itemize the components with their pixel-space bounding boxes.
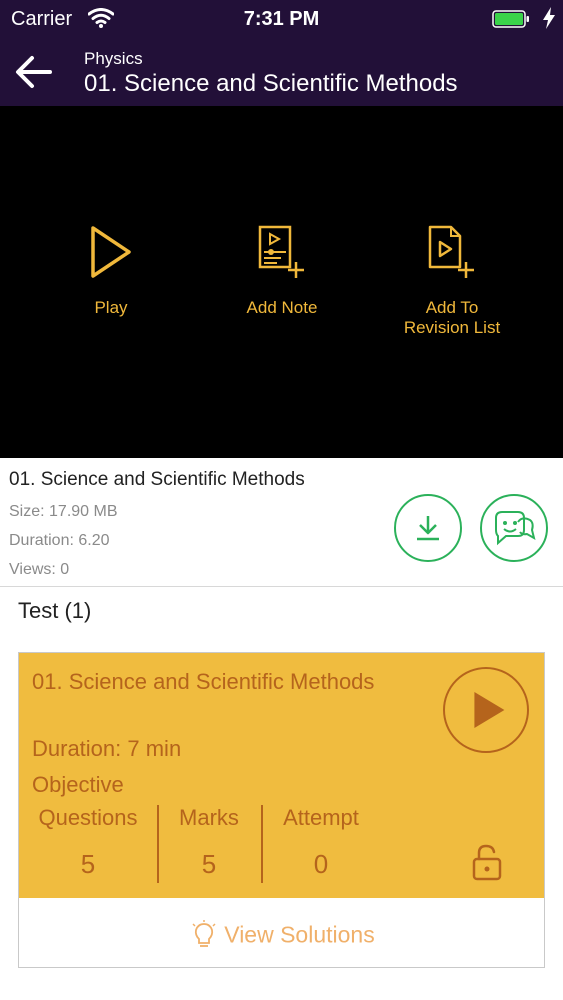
status-bar: Carrier 7:31 PM [0, 0, 563, 40]
back-arrow-icon[interactable] [14, 52, 54, 92]
play-action[interactable]: Play [36, 224, 186, 318]
stat-questions-value: 5 [80, 849, 96, 879]
add-to-revision-label: Add To Revision List [377, 298, 527, 338]
nav-title: 01. Science and Scientific Methods [84, 70, 458, 97]
doubt-button[interactable] [480, 494, 548, 562]
add-to-revision-label-line1: Add To [425, 298, 479, 317]
view-solutions-label: View Solutions [224, 921, 375, 948]
add-to-revision-label-line2: Revision List [403, 318, 501, 337]
stat-attempt-value: 0 [313, 849, 329, 879]
add-note-action[interactable]: Add Note [207, 224, 357, 318]
play-icon [474, 692, 505, 728]
download-button[interactable] [394, 494, 462, 562]
add-to-revision-action[interactable]: Add To Revision List [377, 224, 527, 338]
battery-icon [492, 10, 529, 28]
test-type: Objective [32, 772, 124, 797]
stat-questions: Questions 5 [32, 805, 144, 880]
test-heading: Test (1) [18, 598, 92, 623]
stat-marks-value: 5 [201, 849, 217, 879]
add-note-icon [258, 225, 304, 278]
stat-divider [157, 805, 159, 883]
app-header: Carrier 7:31 PM Physics 01. Science and … [0, 0, 563, 106]
test-card[interactable]: 01. Science and Scientific Methods Durat… [18, 652, 545, 898]
nav-subject: Physics [84, 49, 143, 68]
clock: 7:31 PM [243, 8, 320, 30]
add-to-revision-icon [428, 225, 474, 278]
charging-icon [543, 7, 555, 29]
download-icon [417, 516, 439, 541]
video-info: 01. Science and Scientific Methods Size:… [0, 458, 563, 587]
stat-attempt: Attempt 0 [275, 805, 367, 880]
stat-marks: Marks 5 [171, 805, 247, 880]
stat-marks-label: Marks [179, 805, 239, 830]
chat-face-icon [495, 511, 536, 546]
video-title: 01. Science and Scientific Methods [9, 469, 305, 490]
unlock-icon [472, 844, 502, 881]
video-player[interactable]: Play Add Note Add To Revision List [0, 106, 563, 458]
play-icon [91, 226, 131, 278]
stat-questions-label: Questions [38, 805, 138, 830]
stat-attempt-label: Attempt [283, 805, 359, 830]
stat-divider [261, 805, 263, 883]
view-solutions-button[interactable]: View Solutions [18, 898, 545, 968]
lightbulb-icon [192, 920, 216, 947]
play-label: Play [94, 298, 128, 317]
video-views: Views: 0 [9, 561, 70, 578]
video-duration: Duration: 6.20 [9, 532, 110, 549]
nav-bar: Physics 01. Science and Scientific Metho… [0, 40, 563, 106]
view-solutions-content: View Solutions [19, 920, 546, 950]
video-size: Size: 17.90 MB [9, 503, 118, 520]
test-duration: Duration: 7 min [32, 736, 182, 761]
add-note-label: Add Note [246, 298, 318, 317]
start-test-button[interactable] [443, 667, 529, 753]
test-title: 01. Science and Scientific Methods [32, 669, 375, 694]
